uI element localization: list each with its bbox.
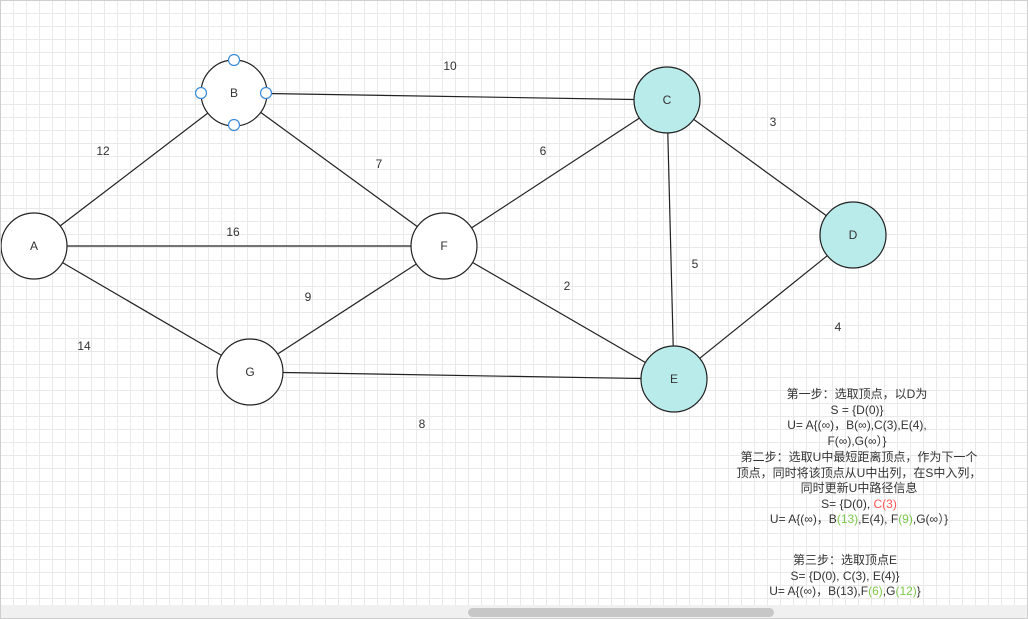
step1-line4: F(∞),G(∞）}	[827, 433, 887, 448]
node-label-g: G	[245, 365, 254, 379]
edge-c-e[interactable]	[667, 132, 674, 347]
node-label-d: D	[849, 228, 858, 242]
edge-weight-b-f: 7	[376, 157, 383, 171]
edge-weight-d-e: 4	[835, 320, 842, 334]
edge-f-e[interactable]	[472, 261, 646, 364]
edge-weight-a-b: 12	[96, 144, 110, 158]
step2-line5-c: ,G(∞）}	[912, 512, 949, 526]
step3-line1: 第三步：选取顶点E	[792, 553, 897, 567]
edge-g-f[interactable]	[277, 263, 417, 355]
edge-weight-c-d: 3	[770, 115, 777, 129]
node-label-e: E	[670, 372, 678, 386]
edge-weight-a-f: 16	[226, 225, 240, 239]
step2-line3: 同时更新U中路径信息	[800, 481, 918, 495]
edge-b-c[interactable]	[266, 92, 635, 101]
edge-weight-f-c: 6	[540, 144, 547, 158]
resize-handle-right[interactable]	[259, 86, 273, 100]
step2-notes: 第二步：选取U中最短距离顶点，作为下一个 顶点，同时将该顶点从U中出列，在S中入…	[716, 450, 1002, 528]
step3-line3-green2: (12)	[895, 584, 917, 598]
edge-weight-b-c: 10	[443, 59, 457, 73]
node-label-a: A	[30, 239, 38, 253]
step2-line5-green1: (13)	[836, 512, 859, 526]
nodes-layer: A B C D E F G	[0, 59, 887, 413]
step3-line3-c: }	[916, 584, 921, 598]
scrollbar-thumb[interactable]	[468, 608, 774, 617]
step3-line2: S= {D(0), C(3), E(4)}	[790, 568, 900, 583]
resize-handle-top[interactable]	[227, 53, 241, 67]
resize-handle-left[interactable]	[194, 86, 208, 100]
step2-line2: 顶点，同时将该顶点从U中出列，在S中入列，	[736, 465, 982, 480]
edge-f-c[interactable]	[471, 117, 640, 229]
step2-line1: 第二步：选取U中最短距离顶点，作为下一个	[740, 450, 978, 464]
step2-line4-red: C(3)	[873, 496, 897, 511]
edge-weight-c-e: 5	[692, 257, 699, 271]
edge-d-e[interactable]	[699, 255, 828, 359]
step2-line5-a: U= A{(∞)，B	[769, 512, 837, 526]
step3-line3-b: ,G	[882, 584, 896, 598]
step2-line5: U= A{(∞)，B(13),E(4), F(9),G(∞）}	[716, 512, 1002, 528]
edge-b-f[interactable]	[260, 111, 418, 228]
step2-line5-green2: (9)	[898, 512, 913, 526]
edge-a-b[interactable]	[59, 112, 209, 227]
edge-weight-a-g: 14	[77, 339, 91, 353]
edge-weight-g-f: 9	[305, 290, 312, 304]
step1-line1: 第一步：选取顶点，以D为	[786, 387, 928, 401]
resize-handle-bottom[interactable]	[227, 118, 241, 132]
step3-line3: U= A{(∞)，B(13),F(6),G(12)}	[735, 584, 955, 600]
edge-c-d[interactable]	[693, 118, 827, 217]
step3-line3-a: U= A{(∞)，B(13),F	[769, 584, 869, 598]
node-label-f: F	[440, 239, 447, 253]
node-label-c: C	[663, 93, 672, 107]
step1-notes: 第一步：选取顶点，以D为 S = {D(0)} U= A{(∞)，B(∞),C(…	[752, 387, 962, 449]
step1-line3: U= A{(∞)，B(∞),C(3),E(4),	[787, 418, 927, 432]
step3-line3-green1: (6)	[868, 584, 883, 598]
edge-g-e[interactable]	[282, 371, 642, 380]
step2-line4: S= {D(0), C(3)	[716, 497, 1002, 513]
step2-line5-b: ,E(4), F	[858, 512, 899, 526]
node-label-b: B	[230, 86, 238, 100]
step3-notes: 第三步：选取顶点E S= {D(0), C(3), E(4)} U= A{(∞)…	[735, 553, 955, 600]
edge-weight-g-e: 8	[419, 417, 426, 431]
edge-weight-f-e: 2	[564, 279, 571, 293]
step2-line4-text: S= {D(0),	[821, 496, 874, 511]
step1-line2: S = {D(0)}	[830, 402, 884, 417]
